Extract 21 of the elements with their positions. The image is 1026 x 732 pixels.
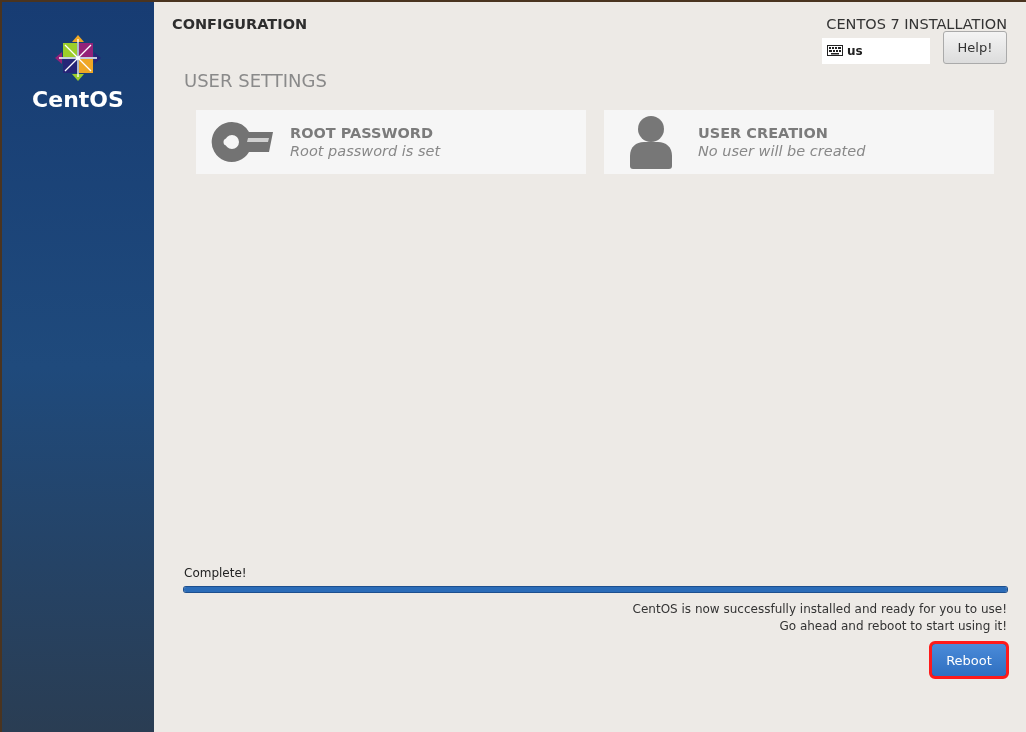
keyboard-icon [827, 45, 843, 56]
spoke-title: USER CREATION [698, 125, 829, 141]
centos-logo-icon [55, 35, 101, 81]
spoke-title: ROOT PASSWORD [290, 125, 435, 141]
logo-text: CentOS [32, 87, 124, 112]
keyboard-layout-label: us [847, 43, 863, 58]
spoke-card[interactable]: USER CREATION No user will be created [604, 110, 994, 174]
spoke-card[interactable]: ROOT PASSWORD Root password is set [196, 110, 586, 174]
page-title: CONFIGURATION [172, 16, 308, 34]
status-message: Go ahead and reboot to start using it! [779, 618, 1007, 635]
status-message: CentOS is now successfully installed and ready for you to use! [632, 601, 1007, 618]
keyboard-layout-field[interactable]: us [822, 37, 930, 64]
progress-label: Complete! [184, 566, 247, 580]
product-title: CENTOS 7 INSTALLATION [826, 16, 1007, 32]
spoke-status: No user will be created [698, 143, 866, 159]
user-icon [630, 115, 672, 169]
reboot-button[interactable]: Reboot [931, 643, 1007, 677]
spoke-status: Root password is set [290, 143, 441, 159]
help-button[interactable]: Help! [943, 31, 1007, 64]
section-title: USER SETTINGS [184, 70, 328, 91]
key-icon [211, 121, 275, 163]
